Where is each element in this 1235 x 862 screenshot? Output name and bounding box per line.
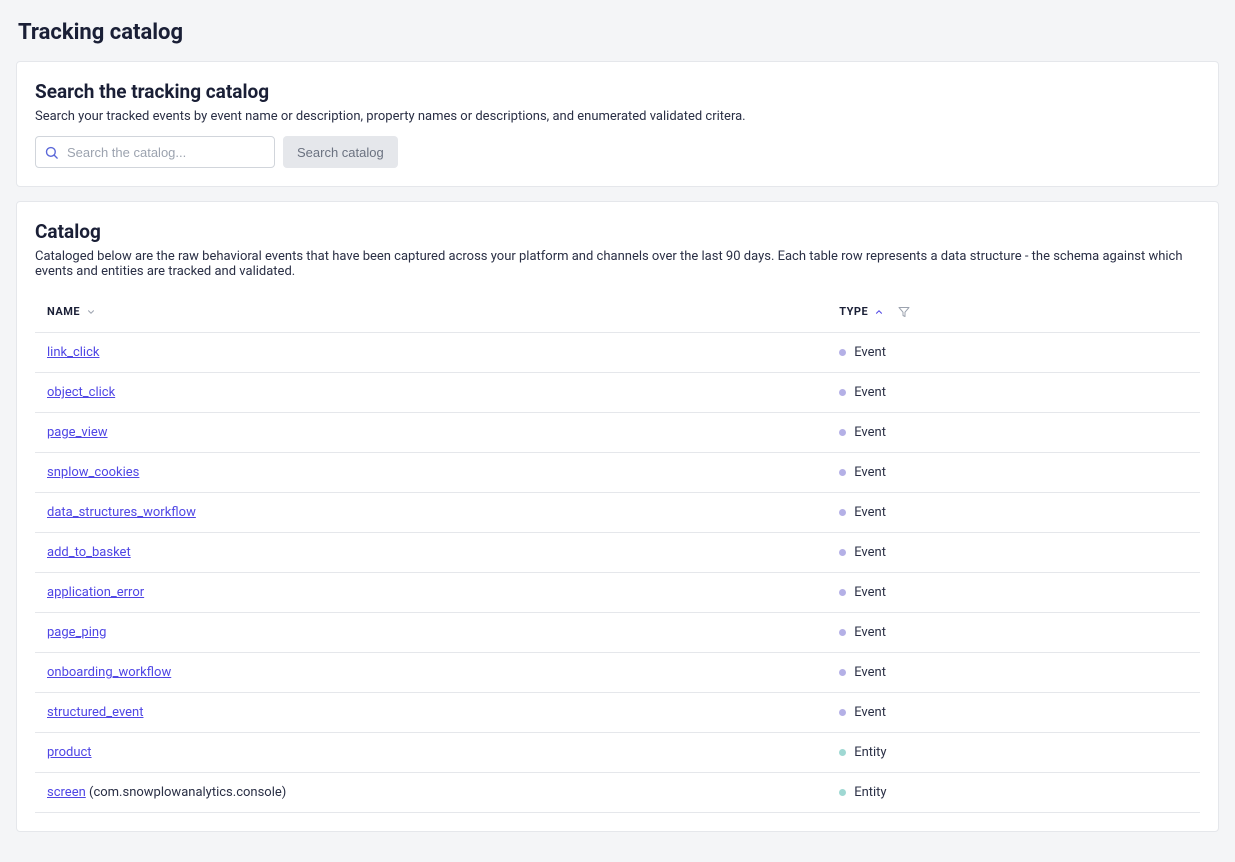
search-input[interactable] <box>65 144 266 161</box>
table-row: add_to_basket Event <box>35 533 1200 573</box>
column-header-name[interactable]: NAME <box>35 291 827 333</box>
search-description: Search your tracked events by event name… <box>35 109 1200 124</box>
type-cell: Entity <box>827 733 1200 773</box>
search-card: Search the tracking catalog Search your … <box>16 61 1219 187</box>
type-dot-icon <box>839 549 846 556</box>
catalog-description: Cataloged below are the raw behavioral e… <box>35 249 1200 279</box>
column-header-name-label: NAME <box>47 305 80 318</box>
table-row: application_error Event <box>35 573 1200 613</box>
search-button[interactable]: Search catalog <box>283 136 398 168</box>
name-cell: object_click <box>35 373 827 413</box>
table-row: page_ping Event <box>35 613 1200 653</box>
search-heading: Search the tracking catalog <box>35 80 1200 103</box>
name-link[interactable]: snplow_cookies <box>47 465 139 480</box>
type-label: Entity <box>854 785 886 800</box>
type-label: Event <box>854 625 886 640</box>
catalog-heading: Catalog <box>35 220 1200 243</box>
type-cell: Event <box>827 613 1200 653</box>
type-cell: Event <box>827 693 1200 733</box>
catalog-card: Catalog Cataloged below are the raw beha… <box>16 201 1219 832</box>
column-header-type-label: TYPE <box>839 305 868 318</box>
type-label: Event <box>854 665 886 680</box>
type-dot-icon <box>839 589 846 596</box>
name-link[interactable]: page_view <box>47 425 108 440</box>
type-dot-icon <box>839 349 846 356</box>
type-label: Event <box>854 345 886 360</box>
name-cell: screen (com.snowplowanalytics.console) <box>35 773 827 813</box>
table-row: screen (com.snowplowanalytics.console) En… <box>35 773 1200 813</box>
name-cell: link_click <box>35 333 827 373</box>
table-row: page_view Event <box>35 413 1200 453</box>
table-row: data_structures_workflow Event <box>35 493 1200 533</box>
name-link[interactable]: page_ping <box>47 625 106 640</box>
type-cell: Event <box>827 653 1200 693</box>
type-dot-icon <box>839 749 846 756</box>
sort-asc-icon <box>874 307 884 317</box>
filter-icon[interactable] <box>898 306 910 318</box>
type-label: Event <box>854 705 886 720</box>
type-label: Event <box>854 425 886 440</box>
table-row: onboarding_workflow Event <box>35 653 1200 693</box>
type-label: Event <box>854 585 886 600</box>
name-cell: snplow_cookies <box>35 453 827 493</box>
name-link[interactable]: onboarding_workflow <box>47 665 171 680</box>
name-link[interactable]: screen <box>47 785 86 800</box>
sort-icon <box>86 307 96 317</box>
name-cell: page_view <box>35 413 827 453</box>
type-cell: Event <box>827 373 1200 413</box>
name-suffix: (com.snowplowanalytics.console) <box>86 785 287 800</box>
type-cell: Event <box>827 493 1200 533</box>
name-link[interactable]: product <box>47 745 92 760</box>
column-header-type[interactable]: TYPE <box>827 291 1200 333</box>
table-row: snplow_cookies Event <box>35 453 1200 493</box>
type-cell: Event <box>827 413 1200 453</box>
name-cell: page_ping <box>35 613 827 653</box>
name-cell: data_structures_workflow <box>35 493 827 533</box>
search-input-wrapper[interactable] <box>35 136 275 168</box>
type-dot-icon <box>839 389 846 396</box>
name-link[interactable]: link_click <box>47 345 99 360</box>
type-cell: Event <box>827 453 1200 493</box>
type-label: Event <box>854 465 886 480</box>
name-link[interactable]: structured_event <box>47 705 143 720</box>
name-cell: application_error <box>35 573 827 613</box>
type-dot-icon <box>839 469 846 476</box>
name-cell: structured_event <box>35 693 827 733</box>
catalog-table: NAME TYPE <box>35 291 1200 813</box>
type-dot-icon <box>839 669 846 676</box>
name-link[interactable]: object_click <box>47 385 115 400</box>
type-dot-icon <box>839 789 846 796</box>
type-label: Event <box>854 545 886 560</box>
type-cell: Event <box>827 573 1200 613</box>
type-dot-icon <box>839 509 846 516</box>
type-dot-icon <box>839 629 846 636</box>
name-cell: product <box>35 733 827 773</box>
type-label: Entity <box>854 745 886 760</box>
type-cell: Entity <box>827 773 1200 813</box>
table-row: link_click Event <box>35 333 1200 373</box>
type-label: Event <box>854 385 886 400</box>
search-icon <box>44 145 59 160</box>
table-row: object_click Event <box>35 373 1200 413</box>
name-link[interactable]: data_structures_workflow <box>47 505 196 520</box>
type-dot-icon <box>839 429 846 436</box>
type-cell: Event <box>827 333 1200 373</box>
type-cell: Event <box>827 533 1200 573</box>
name-cell: onboarding_workflow <box>35 653 827 693</box>
table-row: structured_event Event <box>35 693 1200 733</box>
name-link[interactable]: application_error <box>47 585 144 600</box>
table-row: product Entity <box>35 733 1200 773</box>
page-title: Tracking catalog <box>18 20 1219 45</box>
type-dot-icon <box>839 709 846 716</box>
name-link[interactable]: add_to_basket <box>47 545 131 560</box>
name-cell: add_to_basket <box>35 533 827 573</box>
type-label: Event <box>854 505 886 520</box>
